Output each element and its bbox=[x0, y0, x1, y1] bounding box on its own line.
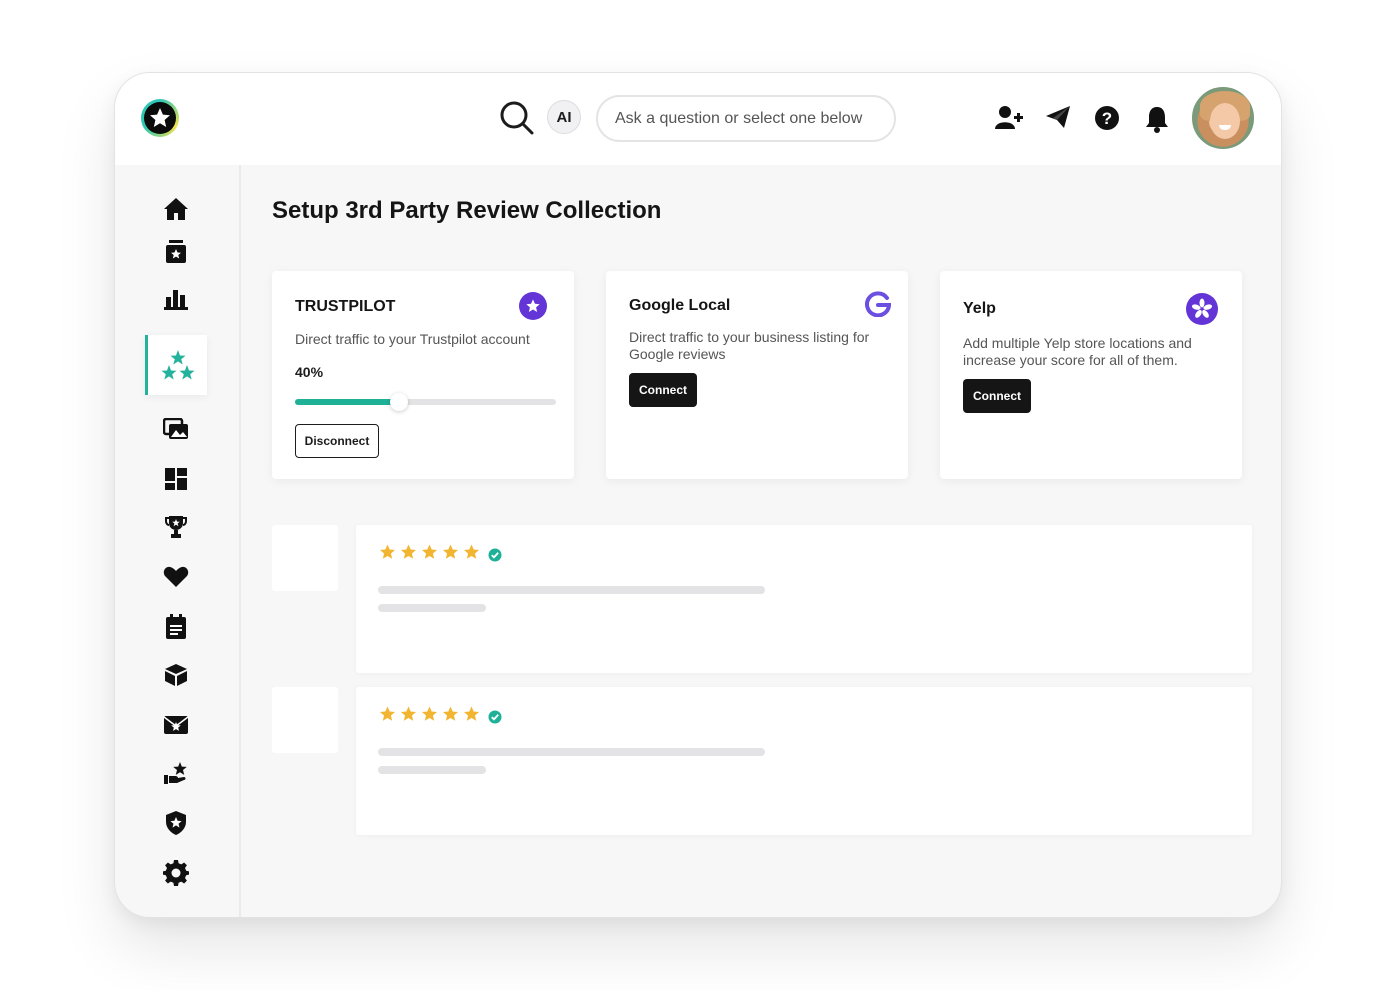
nav-products[interactable] bbox=[145, 647, 207, 703]
ask-question-input[interactable]: Ask a question or select one below bbox=[596, 95, 896, 142]
nav-security[interactable] bbox=[145, 795, 207, 851]
page-stage: AI Ask a question or select one below ? bbox=[0, 0, 1395, 990]
user-avatar[interactable] bbox=[1190, 85, 1256, 151]
nav-reviews-active[interactable] bbox=[145, 335, 207, 395]
review-text-placeholder bbox=[378, 604, 486, 612]
sidebar bbox=[115, 165, 241, 917]
google-local-title: Google Local bbox=[629, 297, 731, 314]
add-user-icon[interactable] bbox=[995, 105, 1023, 136]
yelp-card: Yelp Add multiple Yelp store locations a… bbox=[940, 271, 1242, 479]
home-icon bbox=[164, 198, 188, 220]
review-text-placeholder bbox=[378, 748, 765, 756]
nav-awards[interactable] bbox=[145, 499, 207, 555]
star-icon bbox=[378, 705, 397, 728]
yelp-description: Add multiple Yelp store locations and in… bbox=[963, 335, 1192, 368]
nav-gallery[interactable] bbox=[145, 401, 207, 457]
star-icon bbox=[462, 543, 481, 566]
shield-star-icon bbox=[166, 811, 186, 835]
review-thumbnail bbox=[272, 687, 338, 753]
nav-settings[interactable] bbox=[145, 845, 207, 901]
trustpilot-card: TRUSTPILOT Direct traffic to your Trustp… bbox=[272, 271, 574, 479]
star-icon bbox=[441, 543, 460, 566]
review-text-placeholder bbox=[378, 586, 765, 594]
help-icon[interactable]: ? bbox=[1094, 105, 1120, 136]
star-icon bbox=[420, 543, 439, 566]
verified-check-icon bbox=[488, 548, 502, 567]
nav-referrals[interactable] bbox=[145, 745, 207, 801]
trustpilot-description: Direct traffic to your Trustpilot accoun… bbox=[295, 331, 530, 347]
top-bar: AI Ask a question or select one below ? bbox=[115, 73, 1281, 165]
nav-favorites[interactable] bbox=[145, 549, 207, 605]
star-icon bbox=[420, 705, 439, 728]
verified-check-icon bbox=[488, 710, 502, 729]
progress-fill bbox=[295, 399, 400, 405]
heart-icon bbox=[163, 566, 189, 587]
trustpilot-progress-label: 40% bbox=[295, 364, 324, 380]
settings-gear-icon bbox=[163, 860, 189, 886]
yelp-title: Yelp bbox=[963, 300, 996, 317]
search-icon[interactable] bbox=[499, 100, 535, 141]
hand-star-icon bbox=[164, 762, 187, 784]
review-box-icon bbox=[166, 240, 186, 263]
trustpilot-progress-slider[interactable] bbox=[295, 393, 556, 411]
cube-icon bbox=[165, 664, 187, 686]
review-item bbox=[356, 525, 1252, 673]
trustpilot-title: TRUSTPILOT bbox=[295, 298, 396, 315]
star-icon bbox=[399, 705, 418, 728]
star-icon bbox=[462, 705, 481, 728]
review-thumbnail bbox=[272, 525, 338, 591]
review-rating bbox=[378, 543, 481, 566]
star-icon bbox=[378, 543, 397, 566]
google-local-description: Direct traffic to your business listing … bbox=[629, 329, 870, 362]
ai-button[interactable]: AI bbox=[547, 100, 581, 134]
review-text-placeholder bbox=[378, 766, 486, 774]
star-icon bbox=[441, 705, 460, 728]
yelp-burst-icon bbox=[1186, 293, 1218, 325]
trustpilot-star-icon bbox=[519, 292, 547, 320]
app-logo[interactable] bbox=[141, 99, 179, 137]
nav-analytics[interactable] bbox=[145, 271, 207, 327]
notification-bell-icon[interactable] bbox=[1145, 105, 1169, 138]
gallery-icon bbox=[163, 418, 188, 439]
mail-star-icon bbox=[163, 716, 189, 734]
stars-icon bbox=[161, 350, 194, 380]
disconnect-button[interactable]: Disconnect bbox=[295, 424, 379, 458]
google-connect-button[interactable]: Connect bbox=[629, 373, 697, 407]
logo-star-icon bbox=[144, 102, 176, 134]
review-rating bbox=[378, 705, 481, 728]
svg-text:?: ? bbox=[1102, 109, 1112, 128]
send-icon[interactable] bbox=[1045, 105, 1071, 134]
review-item bbox=[356, 687, 1252, 835]
google-g-icon bbox=[865, 291, 892, 322]
bar-chart-icon bbox=[164, 290, 188, 310]
yelp-connect-button[interactable]: Connect bbox=[963, 379, 1031, 413]
page-title: Setup 3rd Party Review Collection bbox=[272, 197, 662, 224]
trophy-icon bbox=[165, 516, 187, 538]
progress-knob[interactable] bbox=[390, 393, 409, 411]
app-window: AI Ask a question or select one below ? bbox=[114, 72, 1282, 918]
google-local-card: Google Local Direct traffic to your busi… bbox=[606, 271, 908, 479]
clipboard-icon bbox=[166, 614, 186, 639]
star-icon bbox=[399, 543, 418, 566]
dashboard-icon bbox=[165, 468, 187, 490]
